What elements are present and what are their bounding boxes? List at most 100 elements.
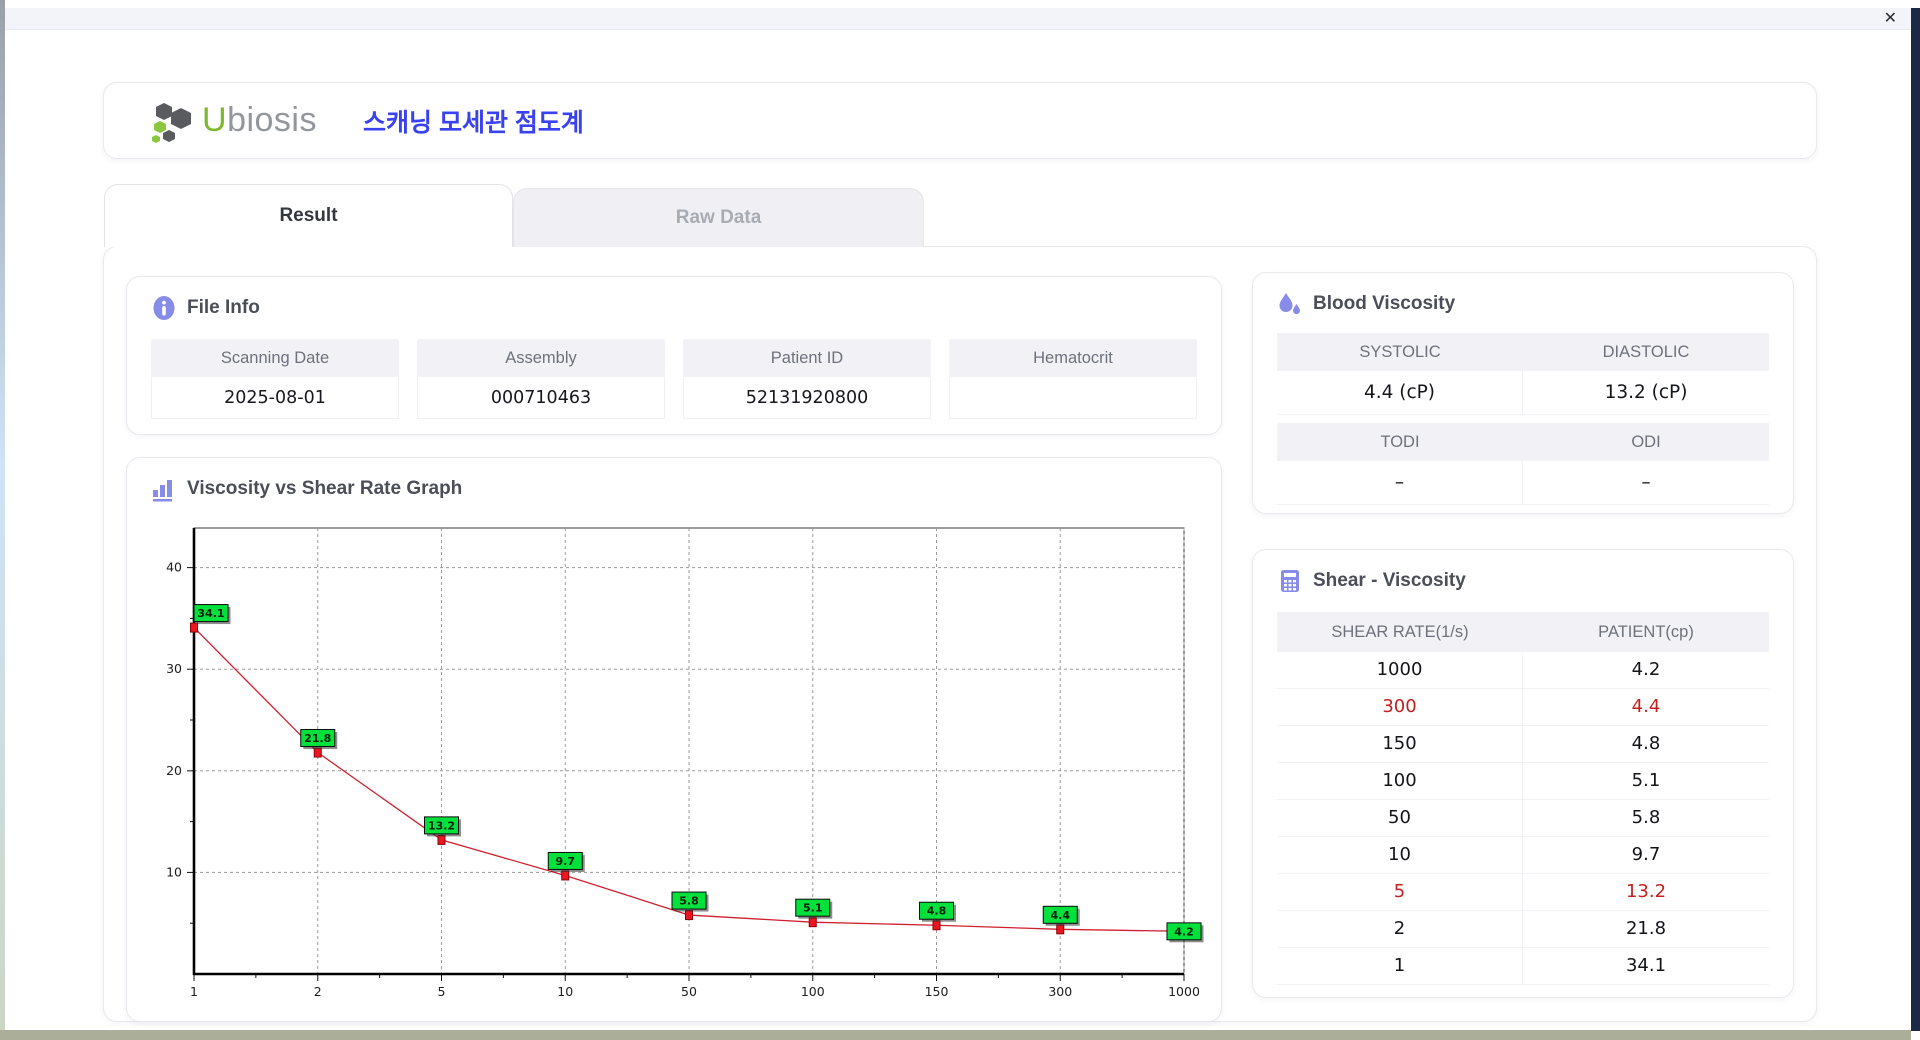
data-point-label: 21.8 xyxy=(304,732,331,745)
data-point-label: 34.1 xyxy=(197,607,224,620)
table-row: 1000 4.2 xyxy=(1277,652,1769,689)
x-axis-tick-label: 150 xyxy=(925,984,949,999)
data-point-label: 5.8 xyxy=(679,895,699,908)
graph-title: Viscosity vs Shear Rate Graph xyxy=(187,478,463,499)
file-info-field: Scanning Date 2025-08-01 xyxy=(151,339,399,419)
close-icon[interactable]: ✕ xyxy=(1884,8,1897,30)
patient-viscosity-cell: 13.2 xyxy=(1625,881,1667,902)
x-axis-tick-label: 2 xyxy=(314,984,322,999)
data-point-marker xyxy=(190,622,198,633)
tab-raw-data[interactable]: Raw Data xyxy=(513,188,924,247)
graph-title-row: Viscosity vs Shear Rate Graph xyxy=(151,476,462,502)
blood-viscosity-title-row: Blood Viscosity xyxy=(1277,291,1455,317)
data-point-marker xyxy=(437,834,446,845)
line-chart-svg: 10 20 30 40 1 2 5 10 50 100 150 300 1000 34.1 21.8 13.2… xyxy=(166,527,1204,999)
x-axis-tick-label: 1000 xyxy=(1168,984,1200,999)
shear-viscosity-card: Shear - Viscosity SHEAR RATE(1/s) PATIEN… xyxy=(1252,549,1794,998)
data-point-label: 5.1 xyxy=(803,902,823,915)
x-axis-tick-label: 50 xyxy=(681,984,697,999)
data-point-label: 13.2 xyxy=(428,819,455,832)
table-row: 100 5.1 xyxy=(1277,763,1769,800)
shear-rate-cell: 10 xyxy=(1277,837,1523,873)
patient-viscosity-cell: 9.7 xyxy=(1631,844,1661,865)
logo-letter-u: U xyxy=(202,101,228,139)
data-point-marker xyxy=(313,747,322,758)
y-axis-tick-label: 40 xyxy=(166,560,182,575)
viscosity-chart: 10 20 30 40 1 2 5 10 50 100 150 300 1000 34.1 21.8 13.2… xyxy=(137,518,1217,1009)
patient-viscosity-cell: 4.4 xyxy=(1631,696,1661,717)
shear-rate-cell: 300 xyxy=(1277,689,1523,725)
x-axis-tick-label: 1 xyxy=(190,984,198,999)
shear-rate-cell: 1 xyxy=(1277,948,1523,984)
patient-viscosity-cell: 5.8 xyxy=(1631,807,1661,828)
shear-rate-cell: 1000 xyxy=(1277,652,1523,688)
window-right-edge xyxy=(1911,8,1920,1031)
odi-value: – xyxy=(1523,461,1769,505)
field-label: Hematocrit xyxy=(949,339,1197,377)
viscosity-graph-card: Viscosity vs Shear Rate Graph 10 20 30 40 1 2… xyxy=(126,457,1222,1022)
data-point-marker xyxy=(1056,924,1065,935)
file-info-fields: Scanning Date 2025-08-01 Assembly 000710463… xyxy=(151,339,1197,419)
table-header-row: SHEAR RATE(1/s) PATIENT(cp) xyxy=(1277,612,1769,652)
patient-viscosity-cell: 4.8 xyxy=(1631,733,1661,754)
logo-text-rest: biosis xyxy=(227,101,317,139)
shear-viscosity-title-row: Shear - Viscosity xyxy=(1277,568,1466,594)
shear-rate-cell: 50 xyxy=(1277,800,1523,836)
ubiosis-logo: Ubiosis xyxy=(152,99,317,143)
table-row: 300 4.4 xyxy=(1277,689,1769,726)
systolic-value: 4.4 (cP) xyxy=(1277,371,1523,415)
data-point-marker xyxy=(685,910,693,921)
tab-result[interactable]: Result xyxy=(104,184,513,247)
table-row: 5 13.2 xyxy=(1277,874,1769,911)
patient-viscosity-cell: 21.8 xyxy=(1625,918,1667,939)
file-info-field: Hematocrit xyxy=(949,339,1197,419)
window-titlebar: ✕ xyxy=(5,8,1911,30)
patient-viscosity-cell: 5.1 xyxy=(1631,770,1661,791)
field-label: Scanning Date xyxy=(151,339,399,377)
x-axis-tick-label: 10 xyxy=(557,984,573,999)
data-point-label: 9.7 xyxy=(556,855,576,868)
odi-label: ODI xyxy=(1523,423,1769,461)
col-patient: PATIENT(cp) xyxy=(1598,623,1694,641)
patient-viscosity-cell: 4.2 xyxy=(1631,659,1661,680)
data-point-marker xyxy=(808,917,817,928)
table-row: 150 4.8 xyxy=(1277,726,1769,763)
table-row: 10 9.7 xyxy=(1277,837,1769,874)
app-title-korean: 스캐닝 모세관 점도계 xyxy=(363,108,584,137)
blood-viscosity-card: Blood Viscosity SYSTOLIC DIASTOLIC 4.4 (… xyxy=(1252,272,1794,514)
data-point-marker xyxy=(561,870,570,881)
patient-viscosity-cell: 34.1 xyxy=(1625,955,1667,976)
shear-viscosity-table: SHEAR RATE(1/s) PATIENT(cp) 1000 4.2 300 4.… xyxy=(1277,612,1769,985)
x-axis-tick-label: 300 xyxy=(1048,984,1072,999)
info-icon xyxy=(153,296,175,320)
field-label: Patient ID xyxy=(683,339,931,377)
x-axis-tick-label: 100 xyxy=(801,984,825,999)
blood-viscosity-grid: SYSTOLIC DIASTOLIC 4.4 (cP) 13.2 (cP) TO… xyxy=(1277,333,1769,505)
bar-chart-icon xyxy=(153,480,172,502)
y-axis-tick-label: 30 xyxy=(166,661,182,676)
todi-label: TODI xyxy=(1277,423,1523,461)
file-info-field: Assembly 000710463 xyxy=(417,339,665,419)
file-info-title-row: File Info xyxy=(151,295,260,321)
field-value: 000710463 xyxy=(417,377,665,419)
field-value: 52131920800 xyxy=(683,377,931,419)
shear-rate-cell: 150 xyxy=(1277,726,1523,762)
data-point-label: 4.8 xyxy=(927,905,947,918)
diastolic-value: 13.2 (cP) xyxy=(1523,371,1769,415)
file-info-card: File Info Scanning Date 2025-08-01 Assembl… xyxy=(126,276,1222,435)
data-point-marker xyxy=(932,920,941,931)
logo-text: Ubiosis xyxy=(202,101,317,140)
hexagon-cluster-logo-icon xyxy=(152,102,191,143)
window-left-edge xyxy=(0,0,5,1030)
field-label: Assembly xyxy=(417,339,665,377)
y-axis-tick-label: 10 xyxy=(166,864,182,879)
window-bottom-edge xyxy=(0,1030,1911,1040)
file-info-title: File Info xyxy=(187,297,260,318)
data-point-label: 4.4 xyxy=(1051,909,1071,922)
shear-rate-cell: 2 xyxy=(1277,911,1523,947)
table-body: 1000 4.2 300 4.4 150 4.8 100 5.1 50 5.8 10 9.7 5 13.2… xyxy=(1277,652,1769,985)
blood-drops-icon xyxy=(1279,293,1300,315)
y-axis-tick-label: 20 xyxy=(166,763,182,778)
table-row: 2 21.8 xyxy=(1277,911,1769,948)
data-point-label: 4.2 xyxy=(1174,925,1194,938)
